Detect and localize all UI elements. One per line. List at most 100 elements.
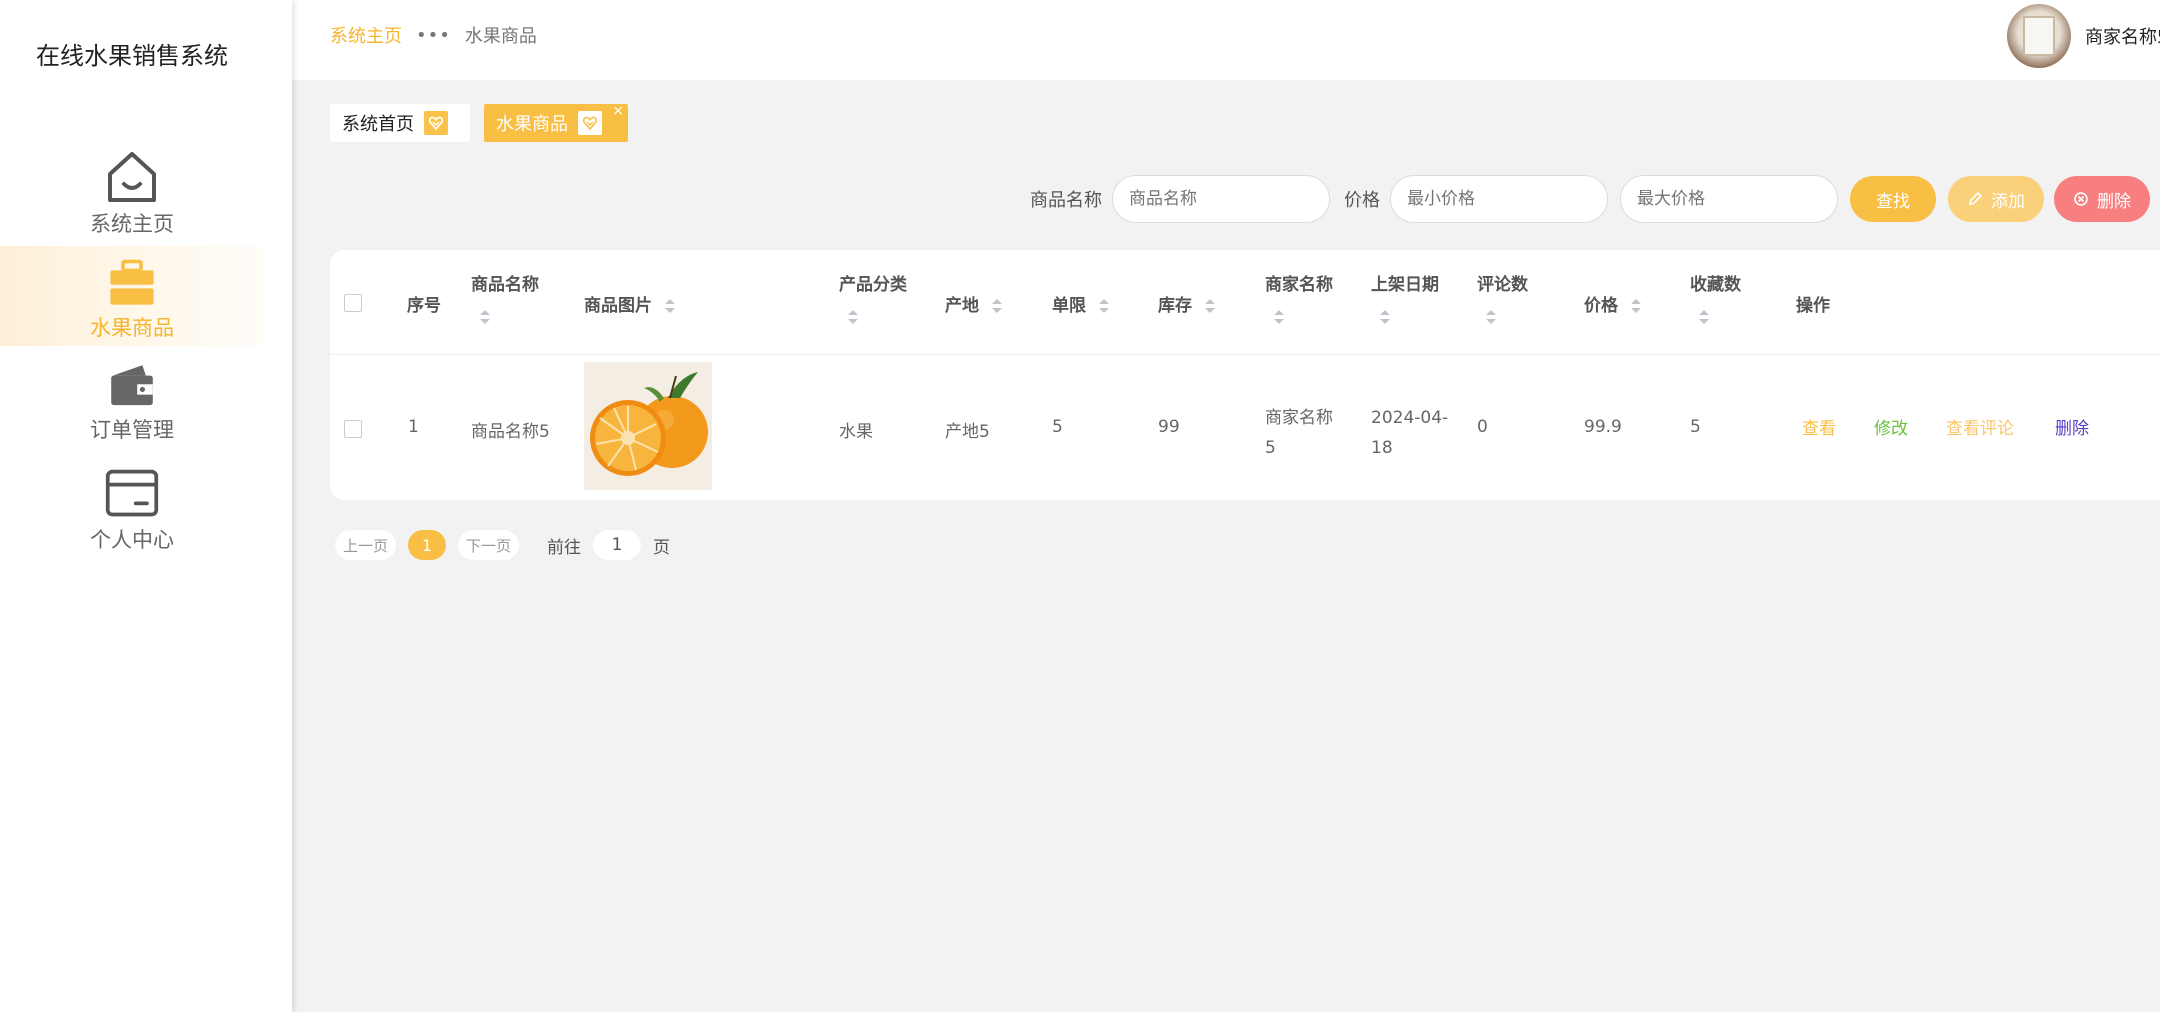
sidebar-item-label: 水果商品 [90,316,174,340]
sort-icon[interactable] [1698,308,1710,326]
sort-icon[interactable] [847,308,859,326]
briefcase-icon [110,259,154,305]
min-price-input[interactable] [1390,175,1608,223]
sidebar-item-orders[interactable]: 订单管理 [0,360,264,446]
edit-link[interactable]: 修改 [1874,414,1908,439]
app-title: 在线水果销售系统 [36,42,228,70]
product-table: 序号 商品名称 商品图片 产品分类 产地 单限 库存 商家名称 上架日期 评论数… [330,250,2160,500]
sort-icon[interactable] [1379,308,1391,326]
sidebar: 在线水果销售系统 系统主页 水果商品 订单管理 个人中心 [0,0,292,1012]
breadcrumb-current: 水果商品 [464,26,537,47]
top-header: 系统主页 ••• 水果商品 商家名称5 [292,0,2160,80]
sidebar-item-profile[interactable]: 个人中心 [0,466,264,558]
breadcrumb: 系统主页 ••• 水果商品 [330,22,537,48]
product-name-label: 商品名称 [1030,190,1102,211]
next-page-button[interactable]: 下一页 [458,530,520,560]
add-button-label: 添加 [1991,191,2025,212]
breadcrumb-home[interactable]: 系统主页 [330,22,402,48]
cell-category: 水果 [839,422,873,442]
cell-date-line1: 2024-04- [1371,408,1449,428]
cell-origin: 产地5 [945,422,990,442]
sort-icon[interactable] [1273,308,1285,326]
search-bar: 商品名称 价格 查找 添加 删除 [1030,175,2150,223]
cell-favorites: 5 [1690,417,1701,437]
tab-label: 系统首页 [342,114,414,135]
delete-link[interactable]: 删除 [2055,414,2089,439]
cell-merchant: 商家名称 5 [1265,403,1333,463]
price-label: 价格 [1344,190,1380,211]
sidebar-item-label: 系统主页 [90,212,174,236]
column-header-actions: 操作 [1796,296,1830,316]
wallet-icon [111,365,153,406]
column-header-origin[interactable]: 产地 [945,291,1003,316]
cell-name: 商品名称5 [471,422,550,442]
find-button-label: 查找 [1876,191,1910,212]
sidebar-item-label: 个人中心 [90,528,174,552]
sort-icon[interactable] [664,297,676,315]
cell-index: 1 [408,417,419,437]
tab-system-home[interactable]: 系统首页 [330,104,470,142]
prev-page-button[interactable]: 上一页 [335,530,397,560]
tab-heart-icon [578,111,602,135]
sort-icon[interactable] [1485,308,1497,326]
product-image-orange[interactable] [584,362,712,490]
column-header-index: 序号 [407,296,441,316]
view-link[interactable]: 查看 [1802,414,1836,439]
tab-fruit-products[interactable]: 水果商品 × [484,104,628,142]
sidebar-item-fruit-products[interactable]: 水果商品 [0,246,264,346]
column-header-favorites[interactable]: 收藏数 [1690,270,1741,295]
cell-limit: 5 [1052,417,1063,437]
card-icon [105,469,159,517]
user-menu[interactable]: 商家名称5 [2007,4,2160,68]
column-header-comments[interactable]: 评论数 [1477,270,1528,295]
cell-merchant-line1: 商家名称 [1265,408,1333,428]
cell-date-line2: 18 [1371,438,1393,458]
product-name-input[interactable] [1112,175,1330,223]
tab-heart-icon [424,111,448,135]
find-button[interactable]: 查找 [1850,176,1936,222]
cell-stock: 99 [1158,417,1180,437]
circle-x-icon [2074,192,2088,206]
page-unit-label: 页 [653,537,671,558]
column-header-stock[interactable]: 库存 [1158,291,1216,316]
column-header-name[interactable]: 商品名称 [471,270,539,295]
row-checkbox[interactable] [344,420,362,438]
column-header-label: 价格 [1584,296,1618,316]
avatar[interactable] [2007,4,2071,68]
column-header-price[interactable]: 价格 [1584,291,1642,316]
view-comments-link[interactable]: 查看评论 [1946,414,2014,439]
max-price-input[interactable] [1620,175,1838,223]
pencil-icon [1968,191,1983,206]
home-icon [108,152,156,202]
column-header-label: 商品图片 [584,296,652,316]
tab-bar: 系统首页 水果商品 × [330,104,628,142]
cell-date: 2024-04- 18 [1371,403,1448,463]
breadcrumb-separator: ••• [416,24,451,46]
column-header-merchant[interactable]: 商家名称 [1265,270,1333,295]
sort-icon[interactable] [1204,297,1216,315]
sidebar-item-home[interactable]: 系统主页 [0,146,264,242]
delete-button-label: 删除 [2097,191,2131,212]
column-header-label: 库存 [1158,296,1192,316]
cell-merchant-line2: 5 [1265,438,1276,458]
column-header-category[interactable]: 产品分类 [839,270,907,295]
column-header-label: 单限 [1052,296,1086,316]
sort-icon[interactable] [991,297,1003,315]
delete-button[interactable]: 删除 [2054,176,2150,222]
add-button[interactable]: 添加 [1948,176,2044,222]
column-header-image[interactable]: 商品图片 [584,291,676,316]
column-header-limit[interactable]: 单限 [1052,291,1110,316]
goto-label: 前往 [547,537,582,558]
sort-icon[interactable] [1630,297,1642,315]
table-header-row: 序号 商品名称 商品图片 产品分类 产地 单限 库存 商家名称 上架日期 评论数… [330,250,2160,355]
column-header-date[interactable]: 上架日期 [1371,270,1439,295]
tab-label: 水果商品 [496,114,568,135]
select-all-checkbox[interactable] [344,294,362,312]
close-icon[interactable]: × [612,104,624,118]
user-name: 商家名称5 [2085,27,2160,48]
page-number-current[interactable]: 1 [408,530,447,560]
sort-icon[interactable] [479,308,491,326]
goto-page-input[interactable]: 1 [593,530,642,560]
pagination: 上一页 1 下一页 前往 1 页 [335,530,670,560]
sort-icon[interactable] [1098,297,1110,315]
